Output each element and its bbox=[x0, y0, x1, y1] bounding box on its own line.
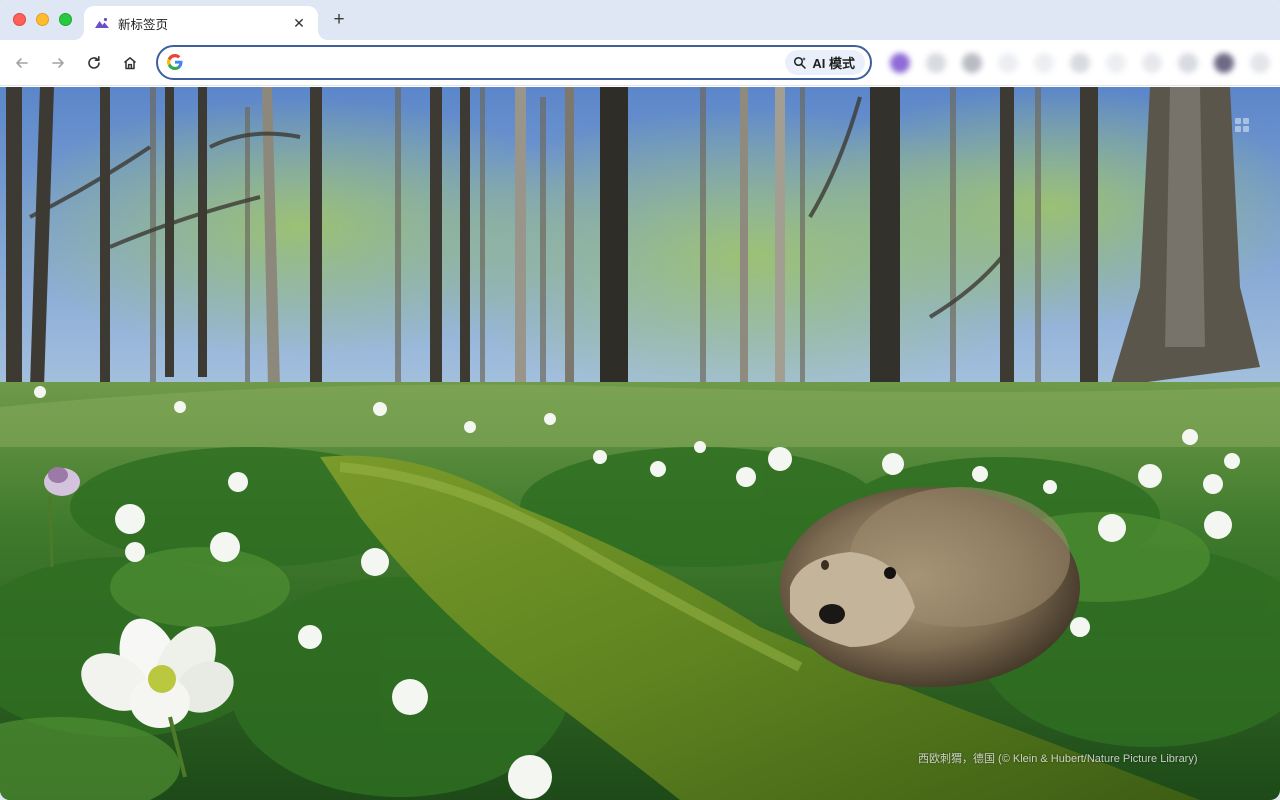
tab-new-tab[interactable]: 新标签页 ✕ bbox=[84, 6, 318, 40]
wallpaper-attribution[interactable]: 西欧刺猬，德国 (© Klein & Hubert/Nature Picture… bbox=[918, 750, 1248, 766]
extension-icon[interactable] bbox=[1106, 53, 1126, 73]
extension-icon[interactable] bbox=[998, 53, 1018, 73]
zoom-window-button[interactable] bbox=[59, 13, 72, 26]
reload-icon bbox=[88, 56, 100, 69]
extension-icon[interactable] bbox=[926, 53, 946, 73]
minimize-window-button[interactable] bbox=[36, 13, 49, 26]
extension-icon[interactable] bbox=[890, 53, 910, 73]
mountain-photo-icon bbox=[94, 15, 110, 31]
home-icon bbox=[124, 57, 136, 70]
ai-search-icon bbox=[794, 56, 807, 69]
extension-icon[interactable] bbox=[1070, 53, 1090, 73]
close-window-button[interactable] bbox=[13, 13, 26, 26]
forward-arrow-icon bbox=[52, 58, 64, 68]
profile-avatar[interactable] bbox=[1214, 53, 1234, 73]
new-tab-page: 西欧刺猬，德国 (© Klein & Hubert/Nature Picture… bbox=[0, 87, 1280, 800]
close-tab-icon[interactable]: ✕ bbox=[290, 14, 308, 32]
tab-title: 新标签页 bbox=[118, 17, 169, 32]
google-g-icon bbox=[167, 54, 183, 70]
menu-icon[interactable] bbox=[1250, 53, 1270, 73]
toolbar: AI 模式 bbox=[0, 40, 1280, 86]
extension-icon[interactable] bbox=[962, 53, 982, 73]
ai-mode-label: AI 模式 bbox=[812, 56, 855, 71]
extension-icon[interactable] bbox=[1142, 53, 1162, 73]
extension-icon[interactable] bbox=[1034, 53, 1054, 73]
new-tab-button[interactable]: + bbox=[328, 9, 350, 31]
wallpaper-image bbox=[0, 87, 1280, 800]
reload-button[interactable] bbox=[81, 50, 107, 76]
browser-window: 新标签页 ✕ + AI 模式 西欧刺猬，德国 (© Klein & Hubert… bbox=[0, 0, 1280, 800]
extension-icon[interactable] bbox=[1178, 53, 1198, 73]
extensions-area bbox=[882, 46, 1270, 80]
address-bar[interactable]: AI 模式 bbox=[156, 45, 872, 80]
ai-mode-button[interactable]: AI 模式 bbox=[785, 50, 865, 75]
customize-grid-icon[interactable] bbox=[1234, 117, 1250, 133]
tab-strip: 新标签页 ✕ + bbox=[0, 0, 1280, 40]
back-arrow-icon bbox=[16, 58, 28, 68]
forward-button[interactable] bbox=[45, 50, 71, 76]
home-button[interactable] bbox=[117, 50, 143, 76]
back-button[interactable] bbox=[9, 50, 35, 76]
